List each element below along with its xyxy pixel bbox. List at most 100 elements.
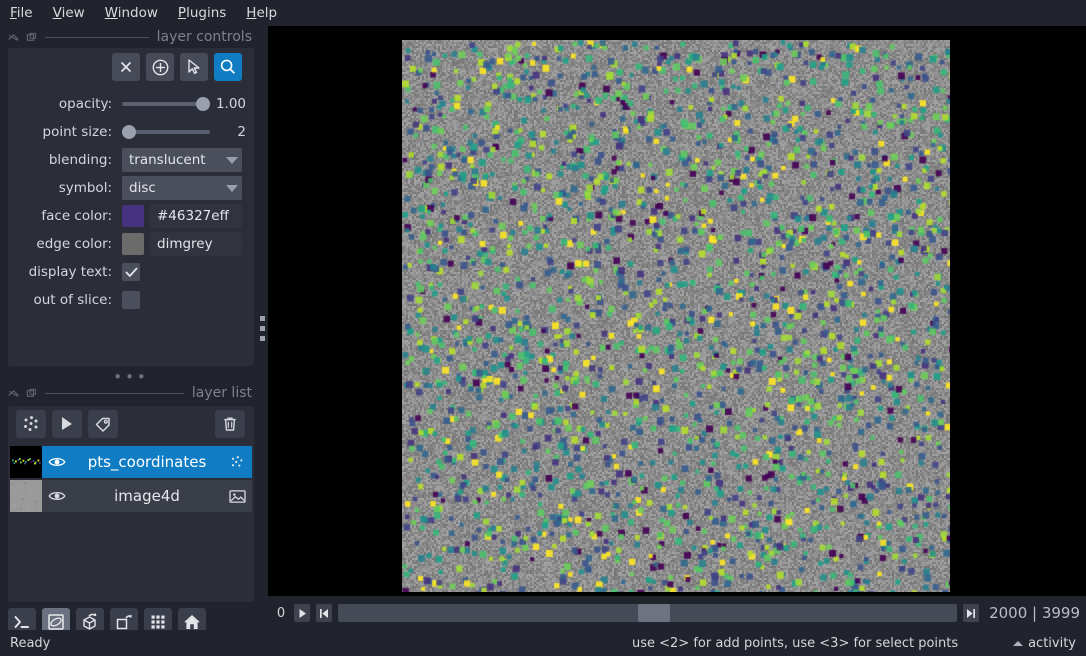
symbol-dropdown[interactable]: disc (122, 176, 242, 200)
menu-window[interactable]: Window (105, 0, 158, 26)
face-color-swatch[interactable] (122, 205, 144, 227)
face-color-text[interactable]: #46327eff (150, 204, 242, 228)
eye-icon (48, 492, 66, 500)
undock-icon[interactable] (26, 388, 37, 399)
menu-help-rest: elp (256, 5, 278, 21)
layer-visibility-toggle-image4d[interactable] (42, 489, 72, 503)
pts-coordinates-layer-render (402, 40, 950, 592)
menu-view[interactable]: View (53, 0, 85, 26)
point-size-slider-handle[interactable] (122, 125, 136, 139)
edge-color-row: edge color: dimgrey (8, 232, 254, 256)
image-icon (228, 489, 246, 503)
opacity-slider[interactable] (122, 94, 210, 114)
symbol-value: disc (129, 180, 156, 196)
home-icon (184, 615, 200, 629)
play-icon (299, 608, 306, 618)
magnifier-icon (220, 59, 236, 74)
menu-file-rest: ile (16, 5, 33, 21)
blending-dropdown[interactable]: translucent (122, 148, 242, 172)
menu-help[interactable]: Help (246, 0, 277, 26)
roll-cube-icon (83, 613, 97, 630)
dock-splitter-handle[interactable] (256, 26, 268, 630)
menu-bar: File View Window Plugins Help (0, 0, 1086, 26)
status-text: Ready (10, 635, 51, 651)
out-of-slice-field (122, 291, 246, 309)
terminal-icon (14, 616, 29, 628)
float-dock-icon[interactable] (8, 388, 19, 399)
layer-controls-dock-title: layer controls (0, 26, 262, 48)
menu-file[interactable]: File (10, 0, 33, 26)
layer-list-panel: pts_coordinates image4d (8, 406, 254, 602)
x-icon (120, 61, 132, 73)
out-of-slice-row: out of slice: (8, 288, 254, 312)
edge-color-swatch[interactable] (122, 233, 144, 255)
blending-value: translucent (129, 152, 206, 168)
check-icon (125, 267, 137, 277)
grid-icon (151, 615, 165, 629)
display-text-row: display text: (8, 260, 254, 284)
dimension-slider[interactable] (338, 604, 958, 622)
blending-row: blending: translucent (8, 148, 254, 172)
face-color-field: #46327eff (122, 204, 246, 228)
symbol-field: disc (122, 176, 246, 200)
edge-color-field: dimgrey (122, 232, 246, 256)
step-back-button[interactable] (316, 604, 332, 622)
opacity-field: 1.00 (122, 94, 246, 114)
add-points-button[interactable] (146, 53, 174, 81)
opacity-slider-handle[interactable] (196, 97, 210, 111)
pan-zoom-button[interactable] (214, 53, 242, 81)
new-shapes-layer-button[interactable] (52, 410, 82, 438)
layer-row-pts-coordinates[interactable]: pts_coordinates (10, 446, 252, 478)
step-forward-button[interactable] (963, 604, 980, 622)
layer-name-image4d[interactable]: image4d (72, 487, 222, 505)
opacity-value: 1.00 (215, 96, 246, 112)
face-color-label: face color: (41, 208, 112, 224)
dimension-slider-handle[interactable] (638, 604, 671, 622)
activity-button[interactable]: activity (1013, 636, 1076, 651)
labels-tag-icon (95, 417, 110, 432)
select-points-button[interactable] (180, 53, 208, 81)
edge-color-label: edge color: (36, 236, 112, 252)
chevron-down-icon (226, 156, 238, 164)
symbol-row: symbol: disc (8, 176, 254, 200)
blending-field: translucent (122, 148, 246, 172)
viewer-canvas[interactable] (268, 26, 1086, 596)
symbol-label: symbol: (58, 180, 112, 196)
menu-plugins[interactable]: Plugins (178, 0, 226, 26)
dock-resize-dots[interactable]: ••• (0, 370, 262, 385)
plus-circle-icon (152, 59, 168, 75)
layer-row-image4d[interactable]: image4d (10, 480, 252, 512)
step-back-icon (320, 608, 328, 618)
dimension-slider-bar: 0 2000 | 3999 (268, 596, 1086, 630)
trash-icon (224, 417, 236, 431)
status-bar: Ready use <2> for add points, use <3> fo… (0, 630, 1086, 656)
layer-name-pts-coordinates[interactable]: pts_coordinates (72, 453, 222, 471)
play-button[interactable] (294, 604, 310, 622)
point-size-label: point size: (42, 124, 112, 140)
points-icon (231, 456, 243, 467)
new-points-layer-button[interactable] (16, 410, 46, 438)
layer-visibility-toggle-pts[interactable] (42, 455, 72, 469)
out-of-slice-checkbox[interactable] (122, 291, 140, 309)
face-color-row: face color: #46327eff (8, 204, 254, 228)
splitter-dots (259, 315, 265, 341)
dock-title-icons-2 (8, 388, 37, 399)
point-size-row: point size: 2 (8, 120, 254, 144)
layer-type-icon-image (222, 489, 252, 504)
edge-color-text[interactable]: dimgrey (150, 232, 242, 256)
delete-selected-points-button[interactable] (112, 53, 140, 81)
display-text-checkbox[interactable] (122, 263, 140, 281)
shapes-icon (62, 417, 72, 430)
point-size-slider[interactable] (122, 122, 210, 142)
points-tool-buttons (112, 53, 242, 81)
menu-window-rest: indow (117, 5, 158, 21)
dimension-axis-label: 0 (276, 605, 286, 621)
float-dock-icon[interactable] (8, 32, 19, 43)
undock-icon[interactable] (26, 32, 37, 43)
delete-layer-button[interactable] (215, 410, 245, 438)
cursor-arrow-icon (188, 59, 200, 75)
layer-list-title: layer list (191, 385, 252, 401)
new-layer-buttons (16, 410, 118, 438)
new-labels-layer-button[interactable] (88, 410, 118, 438)
points-icon (24, 416, 38, 431)
